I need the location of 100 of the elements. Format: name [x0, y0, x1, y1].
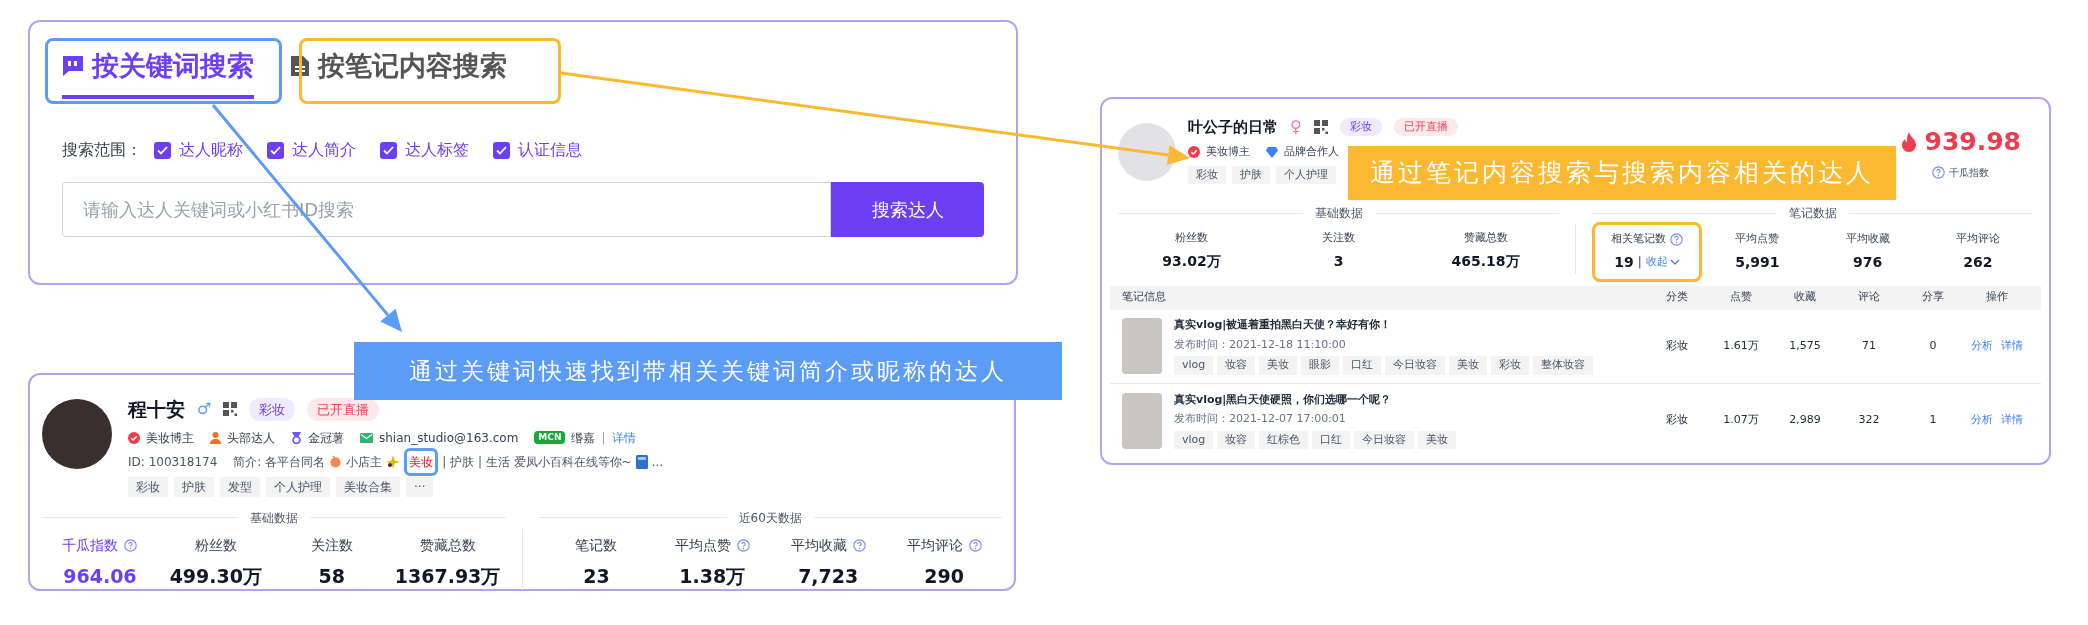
tag: 眼影: [1301, 356, 1340, 375]
stat-value: 93.02万: [1162, 251, 1221, 271]
stat-value: 290: [924, 563, 964, 589]
stat-label: 相关笔记数: [1611, 231, 1667, 247]
details-link[interactable]: 详情: [611, 428, 636, 447]
checkbox[interactable]: [154, 141, 171, 159]
tag: 护肤: [174, 476, 214, 497]
flame-icon: [1900, 131, 1917, 152]
tag: 美妆: [1418, 430, 1457, 450]
label-tag: 已开直播: [307, 397, 380, 421]
stat-value: 499.30万: [169, 563, 262, 589]
tag: vlog: [1174, 356, 1214, 375]
stat-label: 粉丝数: [194, 535, 237, 555]
tag: 美妆合集: [336, 476, 400, 497]
stat-label: 赞藏总数: [419, 535, 476, 555]
tag: 口红: [1312, 430, 1351, 450]
note-title[interactable]: 真实vlog|黑白天使硬照，你们选哪一个呢？: [1174, 391, 1457, 409]
stat-value: 3: [1333, 251, 1344, 271]
stat-label: 千瓜指数: [62, 535, 119, 555]
stat-value: 7,723: [798, 563, 859, 589]
badge-text: 美妆博主: [1206, 144, 1250, 160]
help-icon: [1670, 232, 1684, 246]
stat-value: 58: [318, 563, 345, 589]
scope-label: 搜索范围：: [62, 139, 142, 161]
label-tag: 彩妆: [249, 397, 296, 421]
action-link[interactable]: 详情: [2001, 337, 2023, 355]
checkbox-label: 认证信息: [518, 139, 582, 161]
help-icon: [852, 538, 866, 552]
mcn-name: 缗嘉: [571, 429, 596, 447]
collapse-toggle[interactable]: 收起: [1645, 253, 1680, 271]
label-tag: 彩妆: [1339, 117, 1382, 137]
bio-text: 小店主: [346, 453, 383, 471]
tag: 美妆: [1259, 356, 1298, 375]
checkbox[interactable]: [493, 141, 510, 159]
diamond-icon: [1266, 146, 1278, 158]
tag: 彩妆: [128, 476, 168, 497]
tag: 美妆: [1449, 356, 1488, 375]
score-value: 939.98: [1924, 126, 2021, 158]
action-link[interactable]: 详情: [2001, 412, 2023, 429]
tag: 口红: [1343, 356, 1382, 375]
badge-text: 美妆博主: [146, 429, 194, 447]
chevron-icon: [1669, 259, 1680, 265]
column-header: 分享: [1921, 289, 1945, 306]
table-cell-text: 1,575: [1788, 337, 1822, 354]
separator-text: |: [601, 429, 606, 447]
action-link[interactable]: 分析: [1971, 412, 1993, 429]
creator-name: 叶公子的日常: [1188, 116, 1278, 138]
stat-label: 赞藏总数: [1463, 230, 1508, 246]
table-cell-text: 322: [1857, 412, 1881, 429]
thumbnail-placeholder: [1122, 318, 1162, 374]
search-tab[interactable]: 按笔记内容搜索: [290, 46, 507, 99]
action-link[interactable]: 分析: [1971, 337, 1993, 355]
book-icon: [635, 454, 648, 469]
qr-code-icon[interactable]: [1313, 120, 1328, 134]
bio-text: 简介: 各平台同名: [233, 453, 326, 471]
label-tag: 已开直播: [1393, 117, 1458, 137]
mcn-badge: MCN: [534, 430, 566, 445]
qr-code-icon[interactable]: [223, 402, 238, 417]
stat-label: 粉丝数: [1175, 230, 1208, 246]
search-button[interactable]: 搜索达人: [831, 182, 984, 237]
section-title: 近60天数据: [738, 509, 802, 527]
tag: 个人护理: [1276, 165, 1336, 184]
note-title[interactable]: 真实vlog|被逼着重拍黑白天使？幸好有你！: [1174, 317, 1594, 334]
checkbox[interactable]: [380, 141, 397, 159]
publish-time: 发布时间：2021-12-07 17:00:01: [1174, 411, 1347, 428]
callout: 通过笔记内容搜索与搜索内容相关的达人: [1348, 146, 1896, 200]
sparkle-icon: [386, 454, 401, 469]
separator-text: |: [1637, 254, 1642, 271]
medal-icon: [291, 431, 302, 444]
stat-label: 关注数: [1322, 230, 1355, 246]
check-circle-icon: [1188, 146, 1200, 159]
help-icon: [968, 538, 982, 552]
peach-icon: [329, 455, 343, 468]
stat-label: 平均点赞: [1735, 231, 1780, 247]
bio-text: | 护肤 | 生活 爱凤小百科在线等你~: [442, 453, 632, 471]
search-tab[interactable]: 按关键词搜索: [62, 46, 254, 99]
help-icon: [1932, 165, 1946, 179]
keyword-text: 美妆: [404, 447, 439, 476]
tag: 今日妆容: [1354, 430, 1415, 450]
stat-label: 平均收藏: [1845, 231, 1890, 247]
tag: 彩妆: [1188, 165, 1226, 184]
help-icon: [124, 538, 138, 552]
checkbox[interactable]: [267, 141, 284, 159]
tag: 红棕色: [1259, 430, 1309, 450]
tag: 妆容: [1217, 430, 1256, 450]
column-header: 分类: [1665, 289, 1689, 306]
badge-text: 金冠薯: [308, 429, 344, 447]
stat-label: 关注数: [310, 535, 353, 555]
creator-name: 程十安: [128, 397, 185, 422]
section-title: 基础数据: [249, 509, 298, 527]
column-header: 点赞: [1729, 289, 1753, 306]
tag: ···: [406, 476, 434, 497]
table-cell-text: 彩妆: [1665, 412, 1689, 429]
stat-label: 笔记数: [575, 535, 618, 555]
table-cell-text: 1: [1928, 412, 1938, 429]
tag: 妆容: [1217, 356, 1256, 375]
checkbox-label: 达人简介: [292, 139, 356, 161]
envelope-icon: [360, 432, 373, 443]
quote-bubble-icon: [62, 55, 84, 78]
check-icon: [383, 145, 394, 155]
